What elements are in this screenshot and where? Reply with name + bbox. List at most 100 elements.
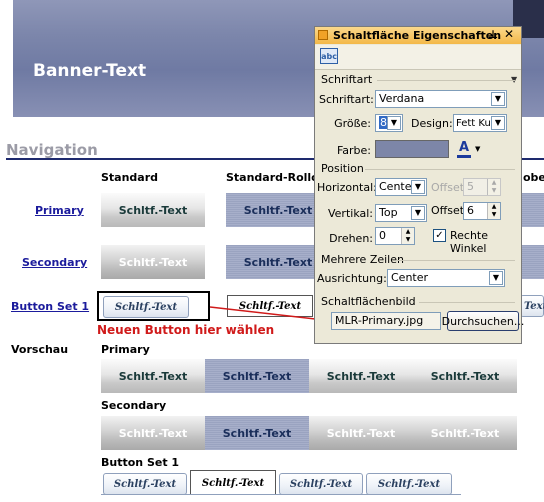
primary-third-button[interactable] [520,193,544,227]
preview-button-set-button-4[interactable]: Schltf.-Text [366,473,452,495]
font-color-bar [457,155,471,158]
spinner-icon: ▲ ▼ [487,179,500,195]
spinner-icon[interactable]: ▲ ▼ [487,203,500,219]
preview-secondary-button-4[interactable]: Schltf.-Text [413,416,517,450]
button-label: Schltf.-Text [118,426,188,440]
preview-button-set-button-1[interactable]: Schltf.-Text [103,473,187,495]
font-value: Verdana [379,92,425,105]
button-label: Schltf.-Text [114,301,178,313]
button-set-standard-button[interactable]: Schltf.-Text [103,296,189,318]
button-label: Schltf.-Text [430,426,500,440]
button-label: Text [524,300,544,312]
button-label: Schltf.-Text [430,369,500,383]
button-label: Schltf.-Text [118,203,188,217]
horizontal-offset-input: 5 ▲ ▼ [463,178,501,196]
vertical-label: Vertikal: [327,207,373,220]
chevron-down-icon[interactable]: ▼ [491,116,505,130]
panel-titlebar[interactable]: Schaltfläche Eigenschaften ⊥ ✕ [315,27,521,44]
font-select[interactable]: Verdana ▼ [375,90,507,108]
section-rule [419,302,515,303]
button-label: Schltf.-Text [118,369,188,383]
preview-secondary-button-1[interactable]: Schltf.-Text [101,416,205,450]
button-label: Schltf.-Text [113,478,177,490]
column-header-rollover: Standard-Rollov [226,171,326,184]
font-color-icon: A [459,140,470,155]
pin-icon[interactable]: ⊥ [488,28,498,41]
vertical-value: Top [379,206,398,219]
button-label: Schltf.-Text [289,478,353,490]
preview-secondary-button-3[interactable]: Schltf.-Text [309,416,413,450]
button-label: Schltf.-Text [222,369,292,383]
spinner-icon[interactable]: ▲ ▼ [401,228,414,244]
panel-title: Schaltfläche Eigenschaften [333,29,502,42]
horizontal-offset-value: 5 [467,180,474,193]
chevron-down-icon[interactable]: ▼ [411,180,425,194]
preview-primary-button-3[interactable]: Schltf.-Text [309,359,413,393]
tab-baseline [101,494,461,495]
row-link-primary[interactable]: Primary [35,204,84,217]
preview-button-set-button-3[interactable]: Schltf.-Text [279,473,363,495]
row-link-button-set-1[interactable]: Button Set 1 [11,300,89,313]
image-path-field[interactable]: MLR-Primary.jpg [331,312,441,330]
preview-button-set-button-2[interactable]: Schltf.-Text [190,470,276,495]
row-link-secondary[interactable]: Secondary [22,256,87,269]
right-angle-label: Rechte Winkel [450,229,489,255]
preview-primary-button-1[interactable]: Schltf.-Text [101,359,205,393]
column-header-third: obe [523,171,544,184]
preview-primary-label: Primary [101,343,150,356]
chevron-down-icon[interactable]: ▼ [489,271,503,285]
section-rule [397,260,515,261]
preview-secondary-button-2[interactable]: Schltf.-Text [205,416,309,450]
close-icon[interactable]: ✕ [504,27,514,41]
vertical-select[interactable]: Top ▼ [375,204,427,222]
font-color-button[interactable]: A ▼ [455,140,485,158]
panel-toolbar: abc ▼ [315,45,521,84]
button-label: Schltf.-Text [222,426,292,440]
color-label: Farbe: [336,144,371,157]
browse-button[interactable]: Durchsuchen... [442,311,524,331]
horizontal-select[interactable]: Center ▼ [375,178,427,196]
chevron-down-icon[interactable]: ▼ [491,92,505,106]
text-style-icon[interactable]: abc [320,48,338,64]
horizontal-label: Horizontal: [317,181,377,194]
button-label: Schltf.-Text [201,477,265,489]
button-label: Schltf.-Text [243,203,313,217]
button-label: Schltf.-Text [326,426,396,440]
color-swatch[interactable] [375,140,449,158]
vertical-offset-input[interactable]: 6 ▲ ▼ [463,202,501,220]
section-rule [377,80,515,81]
design-label: Design: [411,117,453,130]
chevron-down-icon[interactable]: ▼ [387,116,401,130]
chevron-down-icon: ▼ [475,145,481,153]
secondary-third-button[interactable] [520,245,544,279]
align-value: Center [391,271,429,284]
section-font: Schriftart [321,73,373,86]
preview-primary-button-2[interactable]: Schltf.-Text [205,359,309,393]
section-multiline: Mehrere Zeilen [321,253,404,266]
align-label: Ausrichtung: [317,272,387,285]
section-rule [365,169,515,170]
banner-text: Banner-Text [33,61,147,81]
right-angle-checkbox[interactable]: ✓ [433,229,446,242]
align-select[interactable]: Center ▼ [387,269,505,287]
secondary-standard-button[interactable]: Schltf.-Text [101,245,205,279]
design-select[interactable]: Fett Kur: ▼ [453,114,507,132]
preview-primary-button-4[interactable]: Schltf.-Text [413,359,517,393]
rotate-label: Drehen: [329,232,373,245]
rotate-value: 0 [379,229,386,242]
vertical-offset-value: 6 [467,204,474,217]
preview-button-set-label: Button Set 1 [101,456,180,469]
section-image: Schaltflächenbild [321,295,416,308]
section-position: Position [321,162,364,175]
image-path-value: MLR-Primary.jpg [335,314,424,327]
rotate-input[interactable]: 0 ▲ ▼ [375,227,415,245]
preview-title: Vorschau [11,343,69,356]
properties-panel: Schaltfläche Eigenschaften ⊥ ✕ abc ▼ Sch… [314,26,524,344]
browse-label: Durchsuchen... [441,314,525,328]
size-select[interactable]: 8 ▼ [375,114,403,132]
font-label: Schriftart: [319,93,374,106]
navigation-title: Navigation [6,141,98,159]
primary-standard-button[interactable]: Schltf.-Text [101,193,205,227]
chevron-down-icon[interactable]: ▼ [411,206,425,220]
panel-icon [318,30,328,40]
